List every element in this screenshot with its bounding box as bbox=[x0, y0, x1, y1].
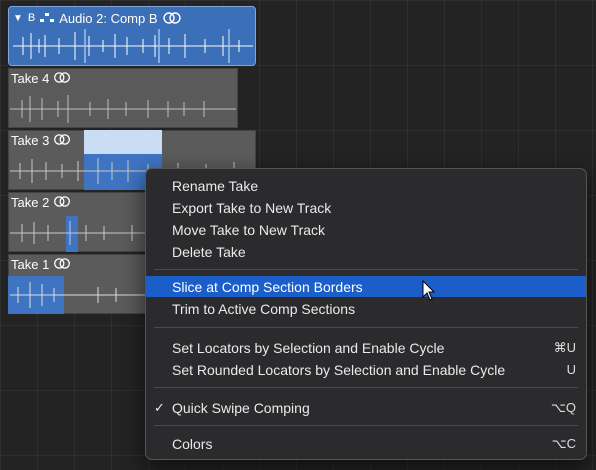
link-rings-icon bbox=[53, 134, 70, 145]
shortcut-label: U bbox=[566, 362, 576, 377]
menu-item-rename-take[interactable]: Rename Take bbox=[146, 175, 586, 196]
shortcut-label: ⌥Q bbox=[550, 399, 576, 415]
menu-item-trim-to-active-comp[interactable]: Trim to Active Comp Sections bbox=[146, 298, 586, 319]
link-rings-icon bbox=[53, 196, 70, 207]
take-folder-icon bbox=[40, 13, 55, 22]
shortcut-label: ⌘U bbox=[553, 339, 576, 355]
menu-item-quick-swipe-comping[interactable]: ✓ Quick Swipe Comping ⌥Q bbox=[146, 397, 586, 418]
menu-item-set-rounded-locators[interactable]: Set Rounded Locators by Selection and En… bbox=[146, 359, 586, 380]
menu-item-export-take[interactable]: Export Take to New Track bbox=[146, 197, 586, 218]
mouse-pointer-icon bbox=[422, 280, 436, 301]
menu-item-delete-take[interactable]: Delete Take bbox=[146, 241, 586, 262]
menu-item-slice-at-comp-borders[interactable]: Slice at Comp Section Borders bbox=[146, 276, 586, 297]
link-rings-icon bbox=[53, 72, 70, 83]
take-label-4[interactable]: Take 4 bbox=[11, 71, 71, 86]
folder-title: Audio 2: Comp B bbox=[59, 10, 158, 26]
shortcut-label: ⌥C bbox=[551, 435, 576, 451]
link-rings-icon bbox=[53, 258, 70, 269]
take-label-1[interactable]: Take 1 bbox=[11, 257, 71, 272]
collapse-triangle-icon[interactable]: ▼ bbox=[13, 13, 23, 24]
menu-separator bbox=[154, 269, 578, 270]
context-menu[interactable]: Rename Take Export Take to New Track Mov… bbox=[145, 168, 587, 460]
menu-item-set-locators[interactable]: Set Locators by Selection and Enable Cyc… bbox=[146, 337, 586, 358]
comp-selection-light bbox=[84, 130, 162, 154]
menu-separator bbox=[154, 327, 578, 328]
link-rings-icon[interactable] bbox=[162, 12, 181, 24]
comp-waveform bbox=[13, 29, 253, 63]
take-label-3[interactable]: Take 3 bbox=[11, 133, 71, 148]
take-lane-4[interactable]: Take 4 bbox=[8, 68, 256, 128]
menu-separator bbox=[154, 387, 578, 388]
take-label-2[interactable]: Take 2 bbox=[11, 195, 71, 210]
checkmark-icon: ✓ bbox=[154, 399, 165, 415]
comp-badge: B bbox=[27, 12, 36, 24]
menu-item-colors[interactable]: Colors ⌥C bbox=[146, 433, 586, 454]
menu-separator bbox=[154, 425, 578, 426]
menu-item-move-take[interactable]: Move Take to New Track bbox=[146, 219, 586, 240]
take-waveform bbox=[10, 95, 236, 123]
take-folder-header[interactable]: ▼ B Audio 2: Comp B bbox=[8, 6, 256, 66]
